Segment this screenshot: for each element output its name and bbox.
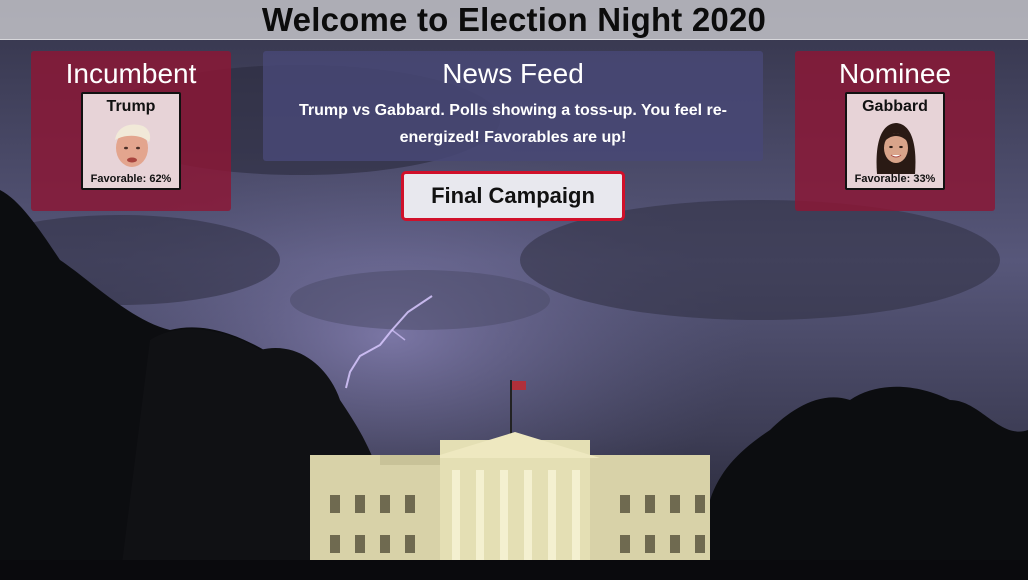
news-feed-text: Trump vs Gabbard. Polls showing a toss-u…: [299, 102, 727, 146]
final-campaign-button[interactable]: Final Campaign: [401, 171, 625, 221]
nominee-portrait: [876, 123, 916, 174]
news-feed-heading: News Feed: [442, 58, 584, 89]
page-title: Welcome to Election Night 2020: [261, 1, 767, 38]
incumbent-favorable: Favorable: 62%: [90, 173, 172, 185]
title-bar: Welcome to Election Night 2020: [0, 0, 1028, 40]
incumbent-portrait: [115, 124, 151, 167]
nominee-card[interactable]: Gabbard Favorable: 33%: [845, 92, 945, 190]
incumbent-card[interactable]: Trump Favorable: 62%: [81, 92, 181, 190]
nominee-heading: Nominee: [838, 58, 952, 89]
nominee-name: Gabbard: [862, 98, 928, 115]
incumbent-heading: Incumbent: [65, 58, 197, 89]
nominee-panel: Nominee Gabbard Favorable: 33%: [795, 51, 995, 211]
incumbent-panel: Incumbent Trump Favorable: 62%: [31, 51, 231, 211]
nominee-favorable: Favorable: 33%: [854, 173, 936, 185]
incumbent-name: Trump: [106, 98, 156, 115]
news-feed-panel: News Feed Trump vs Gabbard. Polls showin…: [263, 51, 763, 161]
